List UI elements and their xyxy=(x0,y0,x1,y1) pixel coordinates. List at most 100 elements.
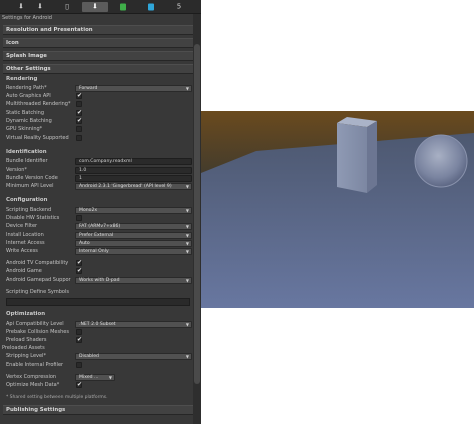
platform-tab-2[interactable]: ⬇ xyxy=(27,2,53,12)
platform-tab-5[interactable] xyxy=(110,2,136,12)
gamepad-support-dropdown[interactable]: Works with D-pad ▼ xyxy=(75,277,192,284)
api-compatibility-value: .NET 2.0 Subset xyxy=(79,322,116,327)
chevron-down-icon: ▼ xyxy=(108,375,112,380)
prebake-collision-checkbox[interactable] xyxy=(76,329,82,335)
chevron-down-icon: ▼ xyxy=(185,224,189,229)
optimize-mesh-row: Optimize Mesh Data* xyxy=(6,381,192,389)
stripping-level-row: Stripping Level* Disabled ▼ xyxy=(6,352,192,360)
auto-graphics-checkbox[interactable] xyxy=(76,92,82,100)
vertex-compression-dropdown[interactable]: Mixed ... ▼ xyxy=(75,374,115,381)
scripting-define-symbols-label: Scripting Define Symbols xyxy=(6,289,69,295)
stripping-level-dropdown[interactable]: Disabled ▼ xyxy=(75,353,192,360)
rendering-path-label: Rendering Path* xyxy=(6,85,47,91)
section-resolution-presentation[interactable]: Resolution and Presentation xyxy=(3,25,193,35)
multithreaded-checkbox[interactable] xyxy=(76,101,82,107)
vertex-compression-row: Vertex Compression Mixed ... ▼ xyxy=(6,373,192,381)
write-access-label: Write Access xyxy=(6,248,38,254)
install-location-value: Prefer External xyxy=(79,233,114,238)
scripting-backend-dropdown[interactable]: Mono2x ▼ xyxy=(75,207,192,214)
chevron-down-icon: ▼ xyxy=(185,208,189,213)
bundle-identifier-value: com.Company.readxml xyxy=(79,159,132,164)
android-game-checkbox[interactable] xyxy=(76,267,82,275)
platform-tab-6[interactable] xyxy=(138,2,164,12)
preloaded-assets-row[interactable]: Preloaded Assets xyxy=(2,344,188,352)
preloaded-assets-label: Preloaded Assets xyxy=(2,345,45,351)
gamepad-support-label: Android Gamepad Suppor xyxy=(6,277,71,283)
scripting-backend-label: Scripting Backend xyxy=(6,207,52,213)
section-splash-image[interactable]: Splash Image xyxy=(3,51,193,61)
platform-tabs: ⬇ ⬇ ▯ ⬇ 5 xyxy=(0,0,201,14)
game-viewport[interactable] xyxy=(201,111,474,308)
optimize-mesh-label: Optimize Mesh Data* xyxy=(6,382,60,388)
vertex-compression-label: Vertex Compression xyxy=(6,374,57,380)
virtual-reality-row: Virtual Reality Supported xyxy=(6,134,192,142)
write-access-dropdown[interactable]: Internal Only ▼ xyxy=(75,248,192,255)
chevron-down-icon: ▼ xyxy=(185,354,189,359)
device-filter-dropdown[interactable]: FAT (ARMv7+x86) ▼ xyxy=(75,223,192,230)
player-settings-inspector: ⬇ ⬇ ▯ ⬇ 5 Settings for Android Resolution an… xyxy=(0,0,201,424)
chevron-down-icon: ▼ xyxy=(185,233,189,238)
virtual-reality-checkbox[interactable] xyxy=(76,135,82,141)
virtual-reality-label: Virtual Reality Supported xyxy=(6,135,69,141)
platform-tab-4[interactable]: ⬇ xyxy=(82,2,108,12)
preload-shaders-checkbox[interactable] xyxy=(76,336,82,344)
api-compatibility-row: Api Compatibility Level .NET 2.0 Subset ▼ xyxy=(6,320,192,328)
bundle-version-code-row: Bundle Version Code 1 xyxy=(6,174,192,182)
rendering-heading: Rendering xyxy=(6,76,38,82)
android-tv-label: Android TV Compatibility xyxy=(6,260,69,266)
disable-hw-statistics-checkbox[interactable] xyxy=(76,215,82,221)
chevron-down-icon: ▼ xyxy=(185,278,189,283)
scripting-define-symbols-field[interactable] xyxy=(6,298,190,306)
minimum-api-level-row: Minimum API Level Android 2.3.1 'Gingerb… xyxy=(6,182,192,190)
internal-profiler-row: Enable Internal Profiler xyxy=(6,361,192,369)
version-row: Version* 1.0 xyxy=(6,166,192,174)
bundle-version-code-field[interactable]: 1 xyxy=(75,175,192,182)
shared-setting-note: * Shared setting between multiple platfo… xyxy=(6,395,108,400)
internal-profiler-checkbox[interactable] xyxy=(76,362,82,368)
android-tv-checkbox[interactable] xyxy=(76,259,82,267)
gpu-skinning-checkbox[interactable] xyxy=(76,126,82,132)
section-publishing-settings[interactable]: Publishing Settings xyxy=(3,405,193,415)
install-location-dropdown[interactable]: Prefer External ▼ xyxy=(75,232,192,239)
internet-access-label: Internet Access xyxy=(6,240,45,246)
android-game-label: Android Game xyxy=(6,268,42,274)
bundle-identifier-row: Bundle Identifier com.Company.readxml xyxy=(6,157,192,165)
section-publishing-label: Publishing Settings xyxy=(6,407,66,413)
bundle-version-code-label: Bundle Version Code xyxy=(6,175,58,181)
minimum-api-level-dropdown[interactable]: Android 2.3.1 'Gingerbread' (API level 9… xyxy=(75,183,192,190)
platform-tab-3[interactable]: ▯ xyxy=(54,2,80,12)
configuration-heading: Configuration xyxy=(6,197,48,203)
optimize-mesh-checkbox[interactable] xyxy=(76,381,82,389)
vertex-compression-value: Mixed ... xyxy=(79,375,99,380)
section-other-settings[interactable]: Other Settings xyxy=(3,64,193,74)
bundle-identifier-label: Bundle Identifier xyxy=(6,158,48,164)
section-splash-label: Splash Image xyxy=(6,53,47,59)
install-location-row: Install Location Prefer External ▼ xyxy=(6,231,192,239)
dynamic-batching-row: Dynamic Batching xyxy=(6,117,192,125)
web-icon xyxy=(148,3,154,11)
identification-heading: Identification xyxy=(6,149,47,155)
platform-tab-7[interactable]: 5 xyxy=(166,2,192,12)
preload-shaders-label: Preload Shaders xyxy=(6,337,47,343)
section-icon[interactable]: Icon xyxy=(3,38,193,48)
chevron-down-icon: ▼ xyxy=(185,86,189,91)
ios-phone-icon: ▯ xyxy=(65,2,69,11)
gpu-skinning-row: GPU Skinning* xyxy=(6,125,192,133)
section-icon-label: Icon xyxy=(6,40,19,46)
static-batching-checkbox[interactable] xyxy=(76,109,82,117)
device-filter-label: Device Filter xyxy=(6,223,38,229)
dynamic-batching-checkbox[interactable] xyxy=(76,117,82,125)
bundle-identifier-field[interactable]: com.Company.readxml xyxy=(75,158,192,165)
rendering-path-value: Forward xyxy=(79,86,98,91)
rendering-path-dropdown[interactable]: Forward ▼ xyxy=(75,85,192,92)
internet-access-dropdown[interactable]: Auto ▼ xyxy=(75,240,192,247)
version-field[interactable]: 1.0 xyxy=(75,167,192,174)
api-compatibility-label: Api Compatibility Level xyxy=(6,321,64,327)
android-icon: ⬇ xyxy=(92,2,98,11)
auto-graphics-row: Auto Graphics API xyxy=(6,92,192,100)
version-label: Version* xyxy=(6,167,27,173)
inspector-scrollbar[interactable] xyxy=(193,14,201,424)
inspector-scroll-thumb[interactable] xyxy=(194,44,200,384)
api-compatibility-dropdown[interactable]: .NET 2.0 Subset ▼ xyxy=(75,321,192,328)
stripping-level-value: Disabled xyxy=(79,354,99,359)
